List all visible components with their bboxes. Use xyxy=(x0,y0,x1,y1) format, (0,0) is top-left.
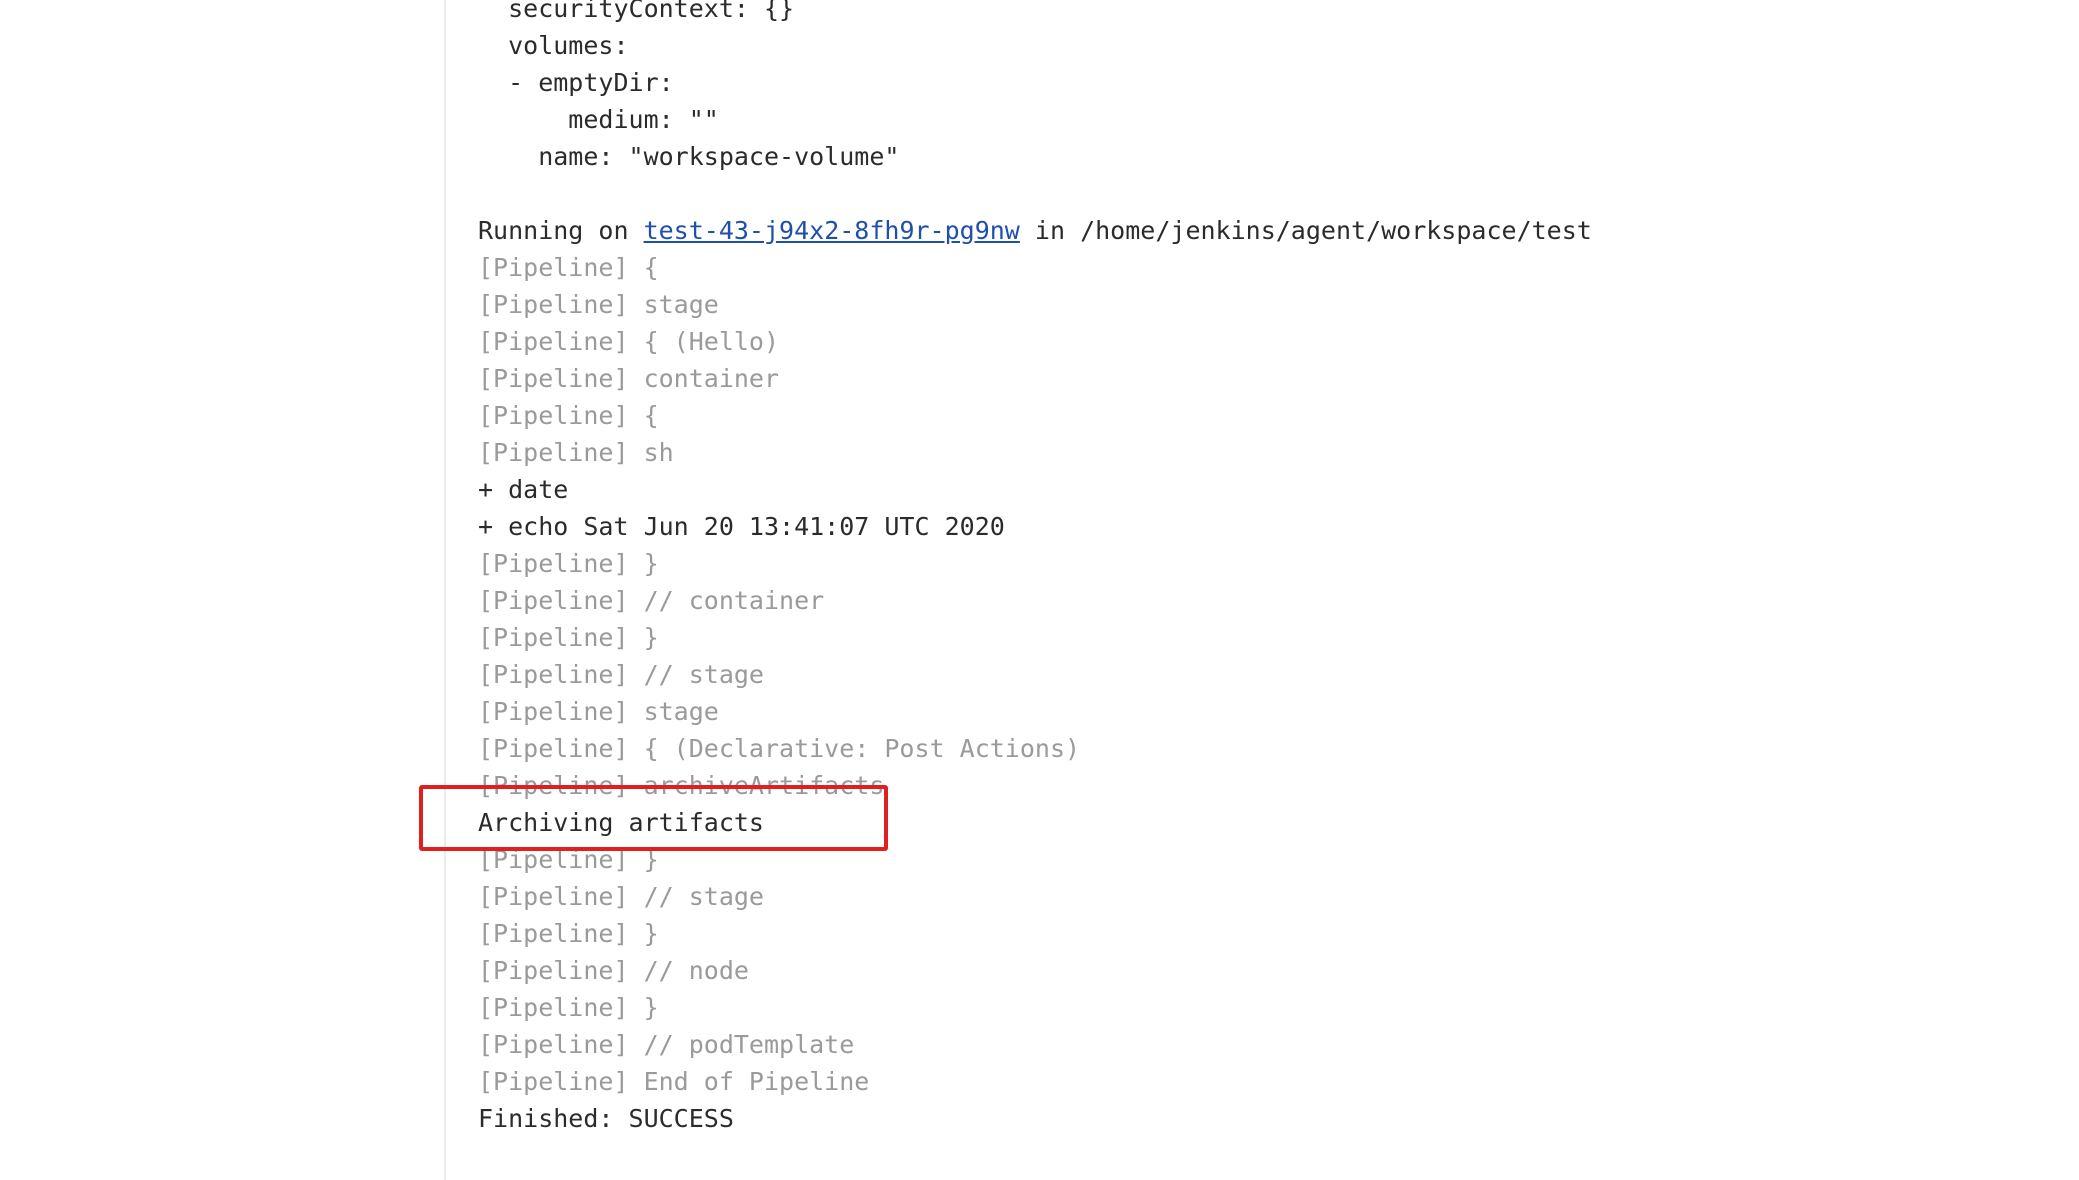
console-output: securityContext: {} volumes: - emptyDir:… xyxy=(478,0,1592,1137)
log-line: [Pipeline] // node xyxy=(478,956,749,985)
running-on-suffix: in /home/jenkins/agent/workspace/test xyxy=(1019,216,1592,245)
log-line: [Pipeline] // stage xyxy=(478,882,764,911)
log-line: [Pipeline] // container xyxy=(478,586,825,615)
yaml-line-volumes: volumes: xyxy=(478,31,629,60)
log-line: [Pipeline] { xyxy=(478,401,659,430)
yaml-line-volume-name: name: "workspace-volume" xyxy=(478,142,900,171)
log-line: [Pipeline] // stage xyxy=(478,660,764,689)
log-line: [Pipeline] stage xyxy=(478,290,719,319)
log-line: [Pipeline] container xyxy=(478,364,780,393)
log-line: [Pipeline] { xyxy=(478,253,659,282)
agent-node-link[interactable]: test-43-j94x2-8fh9r-pg9nw xyxy=(644,216,1020,245)
log-line: [Pipeline] { (Hello) xyxy=(478,327,780,356)
running-on-line: Running on test-43-j94x2-8fh9r-pg9nw in … xyxy=(478,212,1592,249)
content-left-border xyxy=(444,0,446,1180)
log-line: [Pipeline] } xyxy=(478,993,659,1022)
log-line: [Pipeline] // podTemplate xyxy=(478,1030,855,1059)
log-line: [Pipeline] } xyxy=(478,623,659,652)
highlight-annotation-box xyxy=(419,785,888,851)
log-line: + date xyxy=(478,475,569,504)
pipeline-log: [Pipeline] { [Pipeline] stage [Pipeline] {… xyxy=(478,249,1592,1137)
log-line: [Pipeline] } xyxy=(478,549,659,578)
log-line: Finished: SUCCESS xyxy=(478,1104,734,1133)
log-line: + echo Sat Jun 20 13:41:07 UTC 2020 xyxy=(478,512,1005,541)
yaml-line-empty-dir: - emptyDir: xyxy=(478,68,674,97)
log-line: [Pipeline] End of Pipeline xyxy=(478,1067,870,1096)
log-line: [Pipeline] { (Declarative: Post Actions) xyxy=(478,734,1081,763)
running-on-prefix: Running on xyxy=(478,216,644,245)
log-line: [Pipeline] sh xyxy=(478,438,674,467)
yaml-line-security-context: securityContext: {} xyxy=(478,0,795,23)
log-line: [Pipeline] } xyxy=(478,919,659,948)
log-line: [Pipeline] stage xyxy=(478,697,719,726)
yaml-line-medium: medium: "" xyxy=(478,105,719,134)
